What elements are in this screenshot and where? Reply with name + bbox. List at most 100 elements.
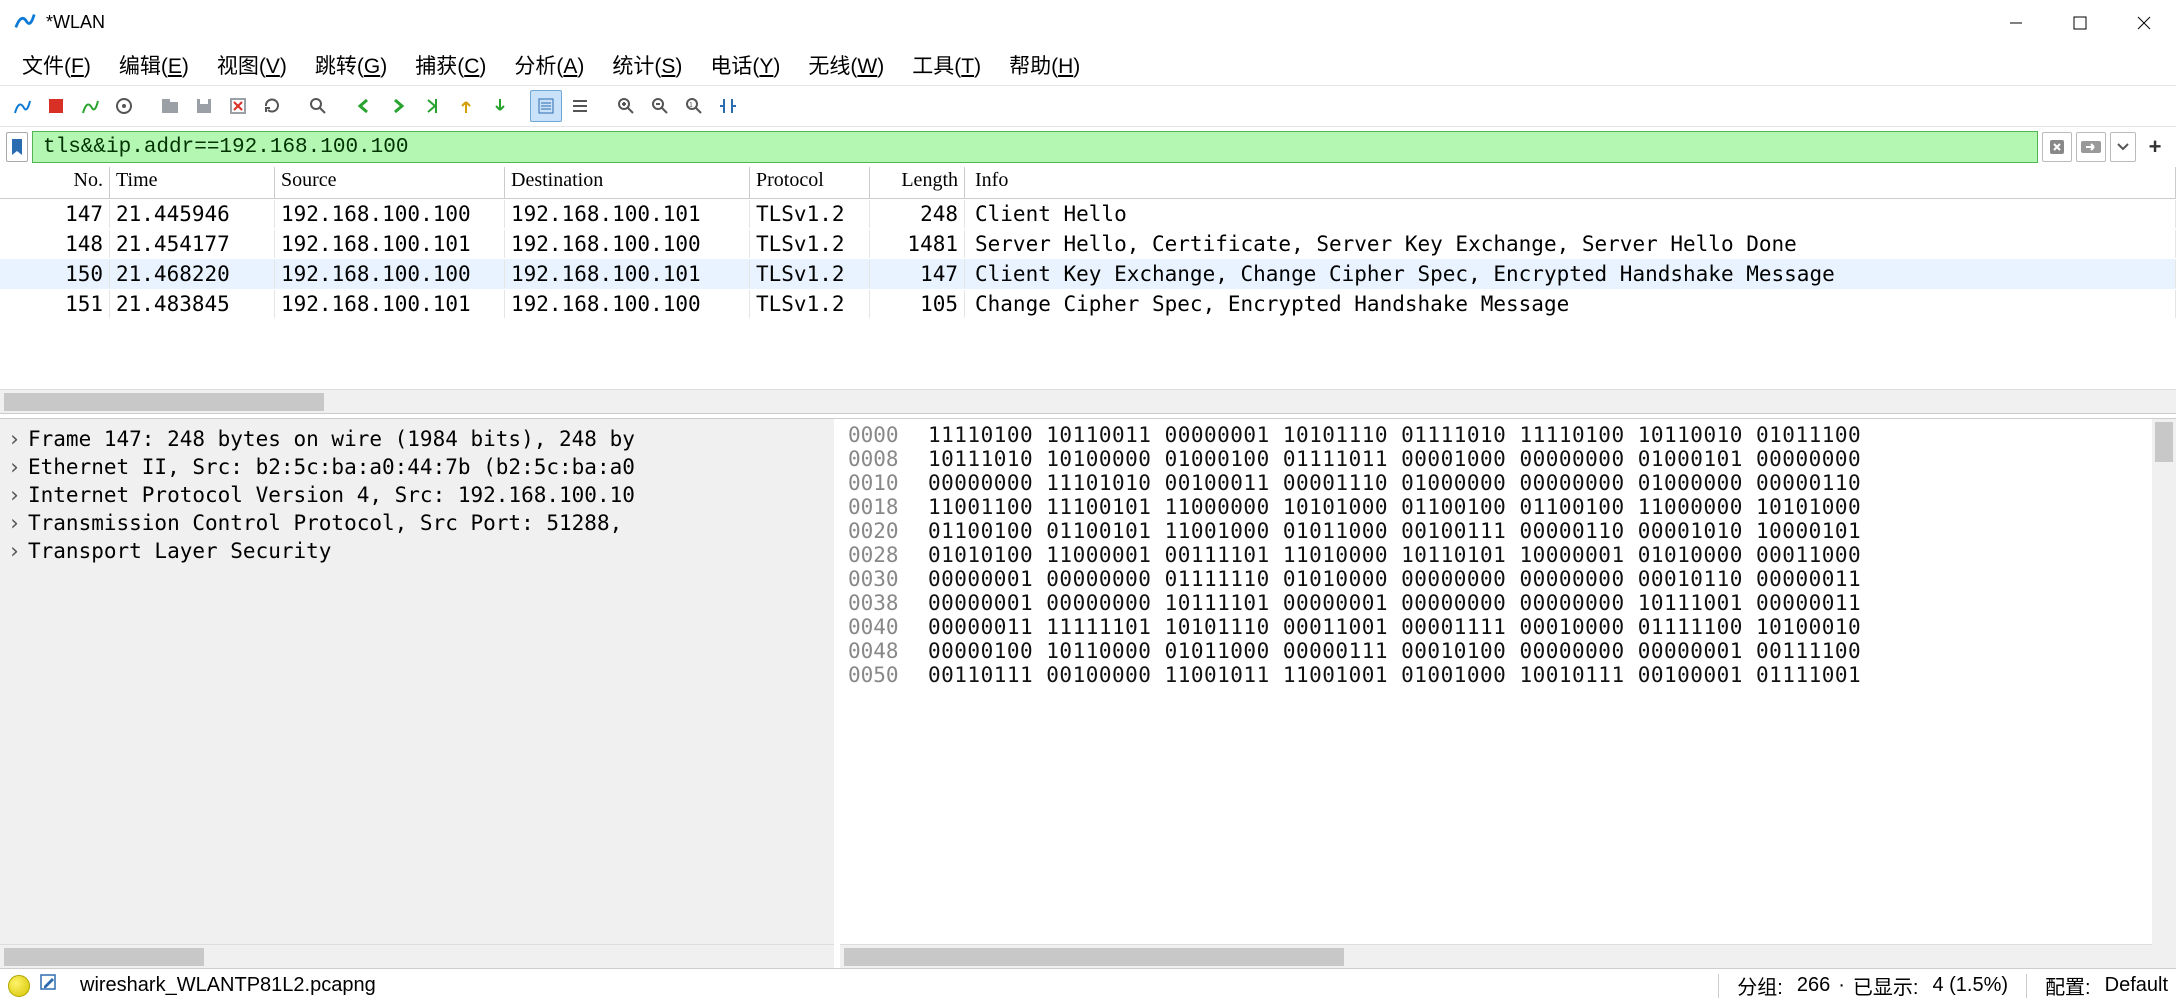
packet-bytes-pane[interactable]: 0000 11110100 10110011 00000001 10101110… [840,419,2176,968]
colorize-icon[interactable] [564,90,596,122]
zoom-reset-icon[interactable]: 1 [678,90,710,122]
status-groups-label: 分组: [1737,971,1783,1000]
details-node[interactable]: ›Ethernet II, Src: b2:5c:ba:a0:44:7b (b2… [0,453,834,481]
chevron-right-icon: › [8,455,28,479]
col-time[interactable]: Time [110,167,275,198]
details-node[interactable]: ›Frame 147: 248 bytes on wire (1984 bits… [0,425,834,453]
menu-g[interactable]: 跳转(G) [301,46,401,84]
main-toolbar: 1 [0,85,2176,127]
stop-capture-icon[interactable] [40,90,72,122]
display-filter-field[interactable] [43,136,2027,159]
chevron-right-icon: › [8,483,28,507]
window-title: *WLAN [46,12,105,33]
packet-row[interactable]: 14721.445946192.168.100.100192.168.100.1… [0,199,2176,229]
zoom-out-icon[interactable] [644,90,676,122]
expert-info-icon[interactable] [8,975,30,997]
status-dot: · [1838,974,1845,997]
packet-list-body[interactable]: 14721.445946192.168.100.100192.168.100.1… [0,199,2176,389]
capture-options-icon[interactable] [108,90,140,122]
reload-icon[interactable] [256,90,288,122]
packet-list-hscroll[interactable] [0,389,2176,413]
packet-list-header[interactable]: No. Time Source Destination Protocol Len… [0,167,2176,199]
bytes-vscroll[interactable] [2152,419,2176,968]
menu-t[interactable]: 工具(T) [898,46,995,84]
menu-v[interactable]: 视图(V) [203,46,301,84]
status-profile-value: Default [2105,974,2168,997]
chevron-right-icon: › [8,539,28,563]
menu-e[interactable]: 编辑(E) [105,46,203,84]
col-no[interactable]: No. [0,167,110,198]
clear-filter-icon[interactable] [2042,132,2072,162]
byte-line[interactable]: 0030 00000001 00000000 01111110 01010000… [840,567,2176,591]
go-last-icon[interactable] [484,90,516,122]
filter-bookmark-icon[interactable] [6,132,28,162]
packet-row[interactable]: 15021.468220192.168.100.100192.168.100.1… [0,259,2176,289]
display-filter-input[interactable] [32,131,2038,163]
menu-s[interactable]: 统计(S) [598,46,696,84]
open-file-icon[interactable] [154,90,186,122]
go-forward-icon[interactable] [382,90,414,122]
capture-filename: wireshark_WLANTP81L2.pcapng [80,974,376,997]
details-node[interactable]: ›Transport Layer Security [0,537,834,565]
col-dst[interactable]: Destination [505,167,750,198]
status-profile-label: 配置: [2045,971,2091,1000]
filter-history-dropdown[interactable] [2110,132,2136,162]
col-info[interactable]: Info [965,167,2176,198]
col-src[interactable]: Source [275,167,505,198]
add-filter-button[interactable]: + [2140,132,2170,162]
find-icon[interactable] [302,90,334,122]
menu-c[interactable]: 捕获(C) [401,46,500,84]
bytes-hscroll[interactable] [840,944,2152,968]
maximize-button[interactable] [2048,0,2112,45]
close-button[interactable] [2112,0,2176,45]
byte-line[interactable]: 0028 01010100 11000001 00111101 11010000… [840,543,2176,567]
status-displayed-label: 已显示: [1853,971,1919,1000]
packet-list-pane: No. Time Source Destination Protocol Len… [0,167,2176,413]
edit-capture-comment-icon[interactable] [38,972,60,1000]
byte-line[interactable]: 0050 00110111 00100000 11001011 11001001… [840,663,2176,687]
apply-filter-icon[interactable] [2076,132,2106,162]
go-first-icon[interactable] [450,90,482,122]
details-node[interactable]: ›Internet Protocol Version 4, Src: 192.1… [0,481,834,509]
menu-a[interactable]: 分析(A) [500,46,598,84]
details-node[interactable]: ›Transmission Control Protocol, Src Port… [0,509,834,537]
byte-line[interactable]: 0048 00000100 10110000 01011000 00000111… [840,639,2176,663]
save-file-icon[interactable] [188,90,220,122]
byte-line[interactable]: 0018 11001100 11100101 11000000 10101000… [840,495,2176,519]
byte-line[interactable]: 0000 11110100 10110011 00000001 10101110… [840,423,2176,447]
svg-text:1: 1 [689,102,693,109]
minimize-button[interactable] [1984,0,2048,45]
go-back-icon[interactable] [348,90,380,122]
restart-capture-icon[interactable] [74,90,106,122]
auto-scroll-icon[interactable] [530,90,562,122]
col-proto[interactable]: Protocol [750,167,870,198]
start-capture-icon[interactable] [6,90,38,122]
chevron-right-icon: › [8,427,28,451]
wireshark-icon [14,9,36,36]
bottom-panes: ›Frame 147: 248 bytes on wire (1984 bits… [0,419,2176,968]
menu-y[interactable]: 电话(Y) [696,46,794,84]
resize-columns-icon[interactable] [712,90,744,122]
byte-line[interactable]: 0008 10111010 10100000 01000100 01111011… [840,447,2176,471]
menu-f[interactable]: 文件(F) [8,46,105,84]
packet-row[interactable]: 14821.454177192.168.100.101192.168.100.1… [0,229,2176,259]
status-displayed-value: 4 (1.5%) [1932,974,2008,997]
go-to-packet-icon[interactable] [416,90,448,122]
details-hscroll[interactable] [0,944,834,968]
col-len[interactable]: Length [870,167,965,198]
filter-toolbar: + [0,127,2176,167]
packet-details-pane[interactable]: ›Frame 147: 248 bytes on wire (1984 bits… [0,419,840,968]
statusbar: wireshark_WLANTP81L2.pcapng 分组: 266 · 已显… [0,968,2176,1002]
close-file-icon[interactable] [222,90,254,122]
byte-line[interactable]: 0038 00000001 00000000 10111101 00000001… [840,591,2176,615]
menubar: 文件(F)编辑(E)视图(V)跳转(G)捕获(C)分析(A)统计(S)电话(Y)… [0,45,2176,85]
byte-line[interactable]: 0020 01100100 01100101 11001000 01011000… [840,519,2176,543]
menu-h[interactable]: 帮助(H) [995,46,1094,84]
zoom-in-icon[interactable] [610,90,642,122]
status-groups-value: 266 [1797,974,1830,997]
byte-line[interactable]: 0010 00000000 11101010 00100011 00001110… [840,471,2176,495]
menu-w[interactable]: 无线(W) [794,46,898,84]
byte-line[interactable]: 0040 00000011 11111101 10101110 00011001… [840,615,2176,639]
packet-row[interactable]: 15121.483845192.168.100.101192.168.100.1… [0,289,2176,319]
titlebar: *WLAN [0,0,2176,45]
